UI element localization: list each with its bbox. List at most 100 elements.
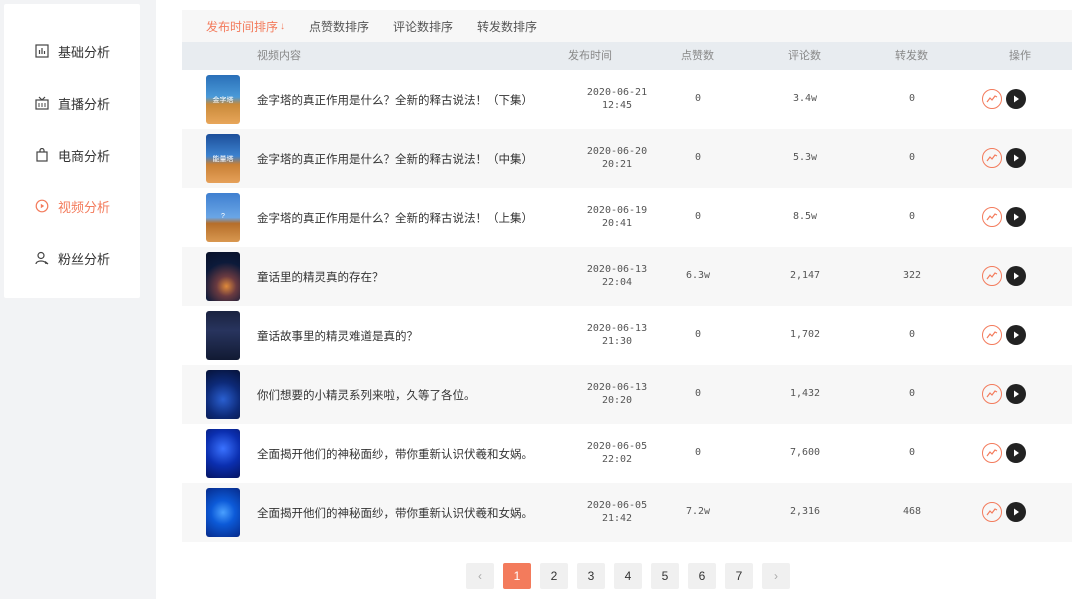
play-icon[interactable]	[1006, 266, 1026, 286]
play-icon[interactable]	[1006, 148, 1026, 168]
trend-icon[interactable]	[982, 502, 1002, 522]
row-actions	[982, 384, 1026, 404]
sort-tab-comments[interactable]: 评论数排序	[393, 18, 453, 35]
play-circle-icon	[34, 198, 50, 214]
sort-tab-publish-time[interactable]: 发布时间排序 ↓	[206, 18, 285, 35]
play-icon[interactable]	[1006, 443, 1026, 463]
header-comments: 评论数	[788, 50, 821, 62]
play-icon[interactable]	[1006, 207, 1026, 227]
trend-icon[interactable]	[982, 384, 1002, 404]
live-icon	[34, 95, 50, 111]
row-actions	[982, 266, 1026, 286]
row-actions	[982, 502, 1026, 522]
sort-tab-shares[interactable]: 转发数排序	[477, 18, 537, 35]
video-title: 全面揭开他们的神秘面纱，带你重新认识伏羲和女娲。	[257, 508, 533, 520]
likes-count: 0	[694, 447, 702, 458]
sidebar-item-live-analysis[interactable]: 直播分析	[4, 88, 140, 118]
thumbnail-caption: 能量塔	[212, 156, 234, 163]
video-title: 金字塔的真正作用是什么？全新的释古说法！（中集）	[257, 154, 533, 166]
page-button[interactable]: 1	[503, 563, 531, 589]
sidebar-item-label: 基础分析	[58, 44, 111, 60]
comments-count: 8.5w	[792, 211, 818, 222]
trend-icon[interactable]	[982, 207, 1002, 227]
sort-tab-label: 评论数排序	[393, 19, 454, 34]
video-thumbnail[interactable]: 能量塔	[206, 134, 240, 183]
play-icon[interactable]	[1006, 384, 1026, 404]
sort-tab-label: 转发数排序	[477, 19, 538, 34]
video-title: 全面揭开他们的神秘面纱，带你重新认识伏羲和女娲。	[257, 449, 533, 461]
sidebar-item-video-analysis[interactable]: 视频分析	[4, 191, 140, 221]
sidebar-item-label: 粉丝分析	[58, 251, 111, 267]
page-button[interactable]: 4	[614, 563, 642, 589]
sort-bar: 发布时间排序 ↓ 点赞数排序 评论数排序 转发数排序	[182, 10, 1072, 42]
table-row: ? 金字塔的真正作用是什么？全新的释古说法！（上集） 2020-06-19 20:41…	[182, 188, 1072, 247]
page-button[interactable]: 5	[651, 563, 679, 589]
video-thumbnail[interactable]: 金字塔	[206, 75, 240, 124]
shares-count: 0	[908, 152, 916, 163]
table-row: 金字塔 金字塔的真正作用是什么？全新的释古说法！（下集） 2020-06-21 12:…	[182, 70, 1072, 129]
likes-count: 0	[694, 211, 702, 222]
video-thumbnail[interactable]: ?	[206, 193, 240, 242]
sort-tab-label: 发布时间排序	[206, 19, 279, 34]
comments-count: 5.3w	[792, 152, 818, 163]
shares-count: 0	[908, 388, 916, 399]
video-thumbnail[interactable]	[206, 311, 240, 360]
trend-icon[interactable]	[982, 148, 1002, 168]
video-thumbnail[interactable]	[206, 252, 240, 301]
next-page-button[interactable]: ›	[762, 563, 790, 589]
sidebar: 基础分析 直播分析 电商分析 视频分析 粉丝分析	[4, 4, 140, 298]
play-icon[interactable]	[1006, 502, 1026, 522]
video-title: 童话故事里的精灵难道是真的？	[257, 331, 418, 343]
table-row: 童话里的精灵真的存在？ 2020-06-13 22:04 6.3w 2,147 322	[182, 247, 1072, 306]
shares-count: 0	[908, 211, 916, 222]
play-icon[interactable]	[1006, 325, 1026, 345]
table-row: 全面揭开他们的神秘面纱，带你重新认识伏羲和女娲。 2020-06-05 22:02 0…	[182, 424, 1072, 483]
table-row: 能量塔 金字塔的真正作用是什么？全新的释古说法！（中集） 2020-06-20 20:…	[182, 129, 1072, 188]
table-row: 童话故事里的精灵难道是真的？ 2020-06-13 21:30 0 1,702 0	[182, 306, 1072, 365]
table-row: 全面揭开他们的神秘面纱，带你重新认识伏羲和女娲。 2020-06-05 21:42 7…	[182, 483, 1072, 542]
video-title: 金字塔的真正作用是什么？全新的释古说法！（上集）	[257, 213, 533, 225]
header-content: 视频内容	[257, 50, 301, 62]
likes-count: 0	[694, 152, 702, 163]
video-thumbnail[interactable]	[206, 370, 240, 419]
trend-icon[interactable]	[982, 89, 1002, 109]
shares-count: 322	[902, 270, 922, 281]
video-title: 金字塔的真正作用是什么？全新的释古说法！（下集）	[257, 95, 533, 107]
sort-tab-likes[interactable]: 点赞数排序	[309, 18, 369, 35]
thumbnail-caption: 金字塔	[212, 97, 234, 104]
sidebar-item-label: 电商分析	[58, 148, 111, 164]
video-thumbnail[interactable]	[206, 429, 240, 478]
user-icon	[34, 250, 50, 266]
comments-count: 1,702	[789, 329, 821, 340]
video-thumbnail[interactable]	[206, 488, 240, 537]
trend-icon[interactable]	[982, 266, 1002, 286]
comments-count: 1,432	[789, 388, 821, 399]
trend-icon[interactable]	[982, 325, 1002, 345]
row-actions	[982, 148, 1026, 168]
comments-count: 2,147	[789, 270, 821, 281]
page-button[interactable]: 7	[725, 563, 753, 589]
video-title: 你们想要的小精灵系列来啦，久等了各位。	[257, 390, 476, 402]
page-button[interactable]: 3	[577, 563, 605, 589]
trend-icon[interactable]	[982, 443, 1002, 463]
sidebar-item-basic-analysis[interactable]: 基础分析	[4, 36, 140, 66]
likes-count: 0	[694, 93, 702, 104]
sidebar-item-ecommerce-analysis[interactable]: 电商分析	[4, 140, 140, 170]
likes-count: 0	[694, 388, 702, 399]
header-ops: 操作	[1009, 50, 1031, 62]
likes-count: 0	[694, 329, 702, 340]
header-shares: 转发数	[895, 50, 928, 62]
shopping-bag-icon	[34, 147, 50, 163]
page-button[interactable]: 6	[688, 563, 716, 589]
sort-tab-label: 点赞数排序	[309, 19, 370, 34]
prev-page-button[interactable]: ‹	[466, 563, 494, 589]
page-button[interactable]: 2	[540, 563, 568, 589]
likes-count: 6.3w	[685, 270, 711, 281]
play-icon[interactable]	[1006, 89, 1026, 109]
sidebar-item-label: 直播分析	[58, 96, 111, 112]
sidebar-item-fans-analysis[interactable]: 粉丝分析	[4, 243, 140, 273]
sidebar-item-label: 视频分析	[58, 199, 111, 215]
table-header: 视频内容 发布时间 点赞数 评论数 转发数 操作	[182, 42, 1072, 70]
shares-count: 0	[908, 329, 916, 340]
comments-count: 7,600	[789, 447, 821, 458]
